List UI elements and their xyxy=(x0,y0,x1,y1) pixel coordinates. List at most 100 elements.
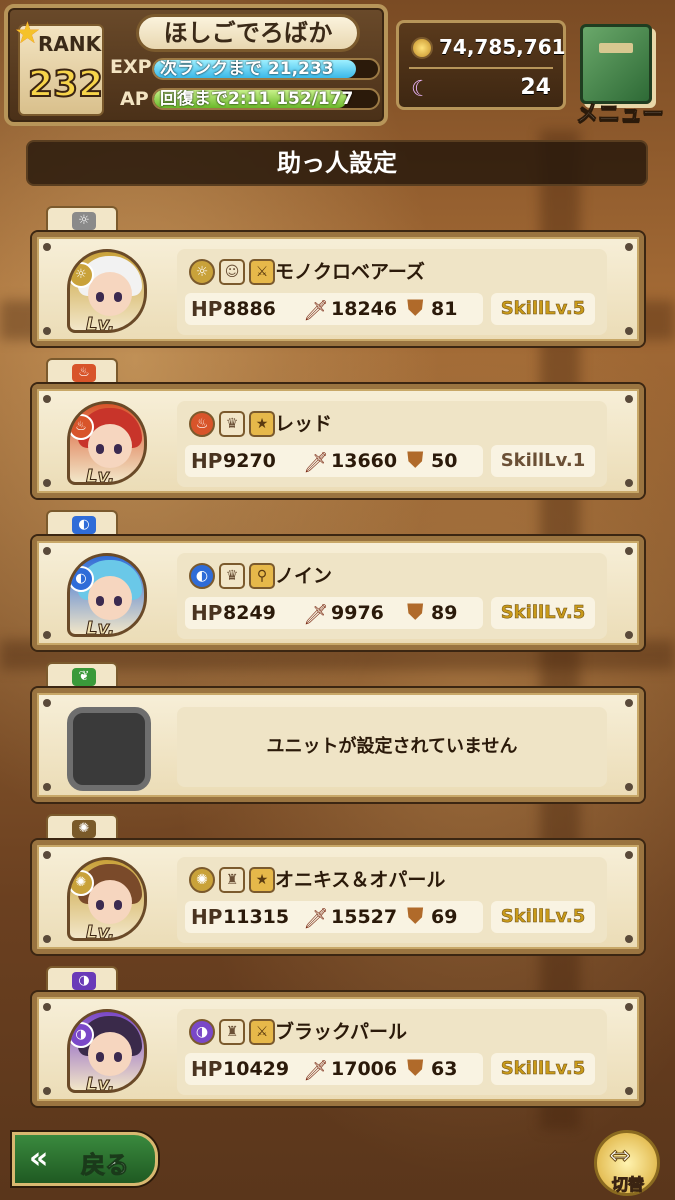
portrait-face xyxy=(88,1032,132,1076)
defense-value: 89 xyxy=(431,602,458,624)
rivet xyxy=(625,395,633,403)
crystal-value: 24 xyxy=(520,75,551,100)
class-icon: ⚔ xyxy=(249,259,275,285)
rivet xyxy=(625,479,633,487)
class-icon: ⚔ xyxy=(249,1019,275,1045)
helper-slot[interactable]: ◑◑Lv. 70◑♜⚔ブラックパールHP10429🗡17006⛊63SkillL… xyxy=(30,966,646,1106)
ap-bar: 回復まで2:11 152/177 xyxy=(152,88,380,110)
helper-card[interactable]: ♨Lv. 60♨♛★レッドHP9270🗡13660⛊50SkillLv.1 xyxy=(32,384,644,498)
rivet xyxy=(625,547,633,555)
defense-value: 69 xyxy=(431,906,458,928)
currency-panel: 74,785,761 ☾ 24 xyxy=(396,20,566,110)
back-button[interactable]: « 戻る xyxy=(12,1132,158,1186)
unit-info-panel: ◐ ♛ ⚲ ノイン HP 8249 🗡 9976 ⛊ 89 SkillLv.5 xyxy=(177,553,607,639)
element-icon: ♨ xyxy=(189,411,215,437)
stat-row: HP 11315 🗡 15527 ⛊ 69 xyxy=(185,901,483,933)
skill-level-badge: SkillLv.5 xyxy=(491,1053,595,1085)
helper-slot[interactable]: ❦ ユニットが設定されていません xyxy=(30,662,646,802)
helper-slot[interactable]: ◐◐Lv. 60◐♛⚲ノインHP8249🗡9976⛊89SkillLv.5 xyxy=(30,510,646,650)
shield-icon: ⛊ xyxy=(407,296,424,321)
class-icon: ★ xyxy=(249,411,275,437)
defense-value: 63 xyxy=(431,1058,458,1080)
element-tab: ☼ xyxy=(46,206,118,234)
portrait-eye xyxy=(114,596,122,606)
switch-button[interactable]: ⇔ 切替 xyxy=(594,1130,660,1196)
shield-icon: ⛊ xyxy=(407,904,424,929)
element-icon: ◑ xyxy=(189,1019,215,1045)
hp-label: HP xyxy=(191,297,223,321)
portrait-face xyxy=(88,576,132,620)
player-name: ほしごでろばか xyxy=(136,14,360,52)
unit-info-panel: ☼ ☺ ⚔ モノクロベアーズ HP 8886 🗡 18246 ⛊ 81 SkillLv.5 xyxy=(177,249,607,335)
helper-card[interactable]: ◐Lv. 60◐♛⚲ノインHP8249🗡9976⛊89SkillLv.5 xyxy=(32,536,644,650)
element-chip-icon: ❦ xyxy=(72,668,96,686)
skill-level-badge: SkillLv.5 xyxy=(491,901,595,933)
element-chip-icon: ♨ xyxy=(72,364,96,382)
element-badge-icon: ✺ xyxy=(70,870,94,896)
menu-button[interactable]: メニュー xyxy=(570,18,666,128)
hp-value: 8249 xyxy=(223,602,276,624)
unit-level: Lv. 70 xyxy=(86,1074,116,1093)
hp-label: HP xyxy=(191,449,223,473)
element-tab: ✺ xyxy=(46,814,118,842)
element-chip-icon: ◑ xyxy=(72,972,96,990)
portrait-face xyxy=(88,424,132,468)
helper-card[interactable]: ◑Lv. 70◑♜⚔ブラックパールHP10429🗡17006⛊63SkillLv… xyxy=(32,992,644,1106)
double-chevron-left-icon: « xyxy=(29,1141,49,1176)
ap-text: 回復まで2:11 152/177 xyxy=(160,89,354,109)
switch-label: 切替 xyxy=(611,1175,644,1195)
sword-icon: 🗡 xyxy=(303,1058,329,1082)
portrait-eye xyxy=(96,292,104,302)
shield-icon: ⛊ xyxy=(407,448,424,473)
race-icon: ♜ xyxy=(219,1019,245,1045)
hp-label: HP xyxy=(191,1057,223,1081)
exp-text: 次ランクまで 21,233 xyxy=(160,59,334,79)
portrait-eye xyxy=(114,292,122,302)
rivet xyxy=(43,327,51,335)
shield-icon: ⛊ xyxy=(407,1056,424,1081)
rivet xyxy=(43,479,51,487)
helper-slot[interactable]: ♨♨Lv. 60♨♛★レッドHP9270🗡13660⛊50SkillLv.1 xyxy=(30,358,646,498)
element-badge-icon: ◑ xyxy=(70,1022,94,1048)
unit-level: Lv. 60 xyxy=(86,466,116,485)
portrait-face xyxy=(88,272,132,316)
helper-card[interactable]: ユニットが設定されていません xyxy=(32,688,644,802)
unit-info-panel: ◑ ♜ ⚔ ブラックパール HP 10429 🗡 17006 ⛊ 63 SkillLv.5 xyxy=(177,1009,607,1095)
portrait-eye xyxy=(96,900,104,910)
rank-value: 232 xyxy=(27,63,104,106)
unit-name: ノイン xyxy=(275,565,333,587)
helper-slot[interactable]: ☼☼Lv. 70☼☺⚔モノクロベアーズHP8886🗡18246⛊81SkillL… xyxy=(30,206,646,346)
rivet xyxy=(43,1003,51,1011)
rivet xyxy=(43,547,51,555)
attack-value: 17006 xyxy=(331,1058,398,1080)
portrait-eye xyxy=(114,444,122,454)
helper-card[interactable]: ✺Lv. 70✺♜★オニキス＆オパールHP11315🗡15527⛊69Skill… xyxy=(32,840,644,954)
rivet xyxy=(43,783,51,791)
element-tab: ♨ xyxy=(46,358,118,386)
sword-icon: 🗡 xyxy=(303,298,329,322)
rivet xyxy=(43,1087,51,1095)
element-tab: ❦ xyxy=(46,662,118,690)
portrait-eye xyxy=(96,1052,104,1062)
swap-arrows-icon: ⇔ xyxy=(609,1141,632,1172)
rivet xyxy=(43,395,51,403)
helper-slot[interactable]: ✺✺Lv. 70✺♜★オニキス＆オパールHP11315🗡15527⛊69Skil… xyxy=(30,814,646,954)
stat-row: HP 8249 🗡 9976 ⛊ 89 xyxy=(185,597,483,629)
defense-value: 81 xyxy=(431,298,458,320)
portrait-eye xyxy=(96,444,104,454)
ap-label: AP xyxy=(120,88,149,110)
unit-name: レッド xyxy=(275,413,333,435)
skill-level-badge: SkillLv.5 xyxy=(491,597,595,629)
element-tab: ◑ xyxy=(46,966,118,994)
portrait-eye xyxy=(96,596,104,606)
stat-row: HP 9270 🗡 13660 ⛊ 50 xyxy=(185,445,483,477)
class-icon: ★ xyxy=(249,867,275,893)
star-icon: ★ xyxy=(14,16,41,51)
empty-slot-text: ユニットが設定されていません xyxy=(177,707,607,787)
rivet xyxy=(625,1003,633,1011)
rivet xyxy=(625,935,633,943)
stat-row: HP 8886 🗡 18246 ⛊ 81 xyxy=(185,293,483,325)
unit-info-panel: ♨ ♛ ★ レッド HP 9270 🗡 13660 ⛊ 50 SkillLv.1 xyxy=(177,401,607,487)
exp-bar: 次ランクまで 21,233 xyxy=(152,58,380,80)
helper-card[interactable]: ☼Lv. 70☼☺⚔モノクロベアーズHP8886🗡18246⛊81SkillLv… xyxy=(32,232,644,346)
